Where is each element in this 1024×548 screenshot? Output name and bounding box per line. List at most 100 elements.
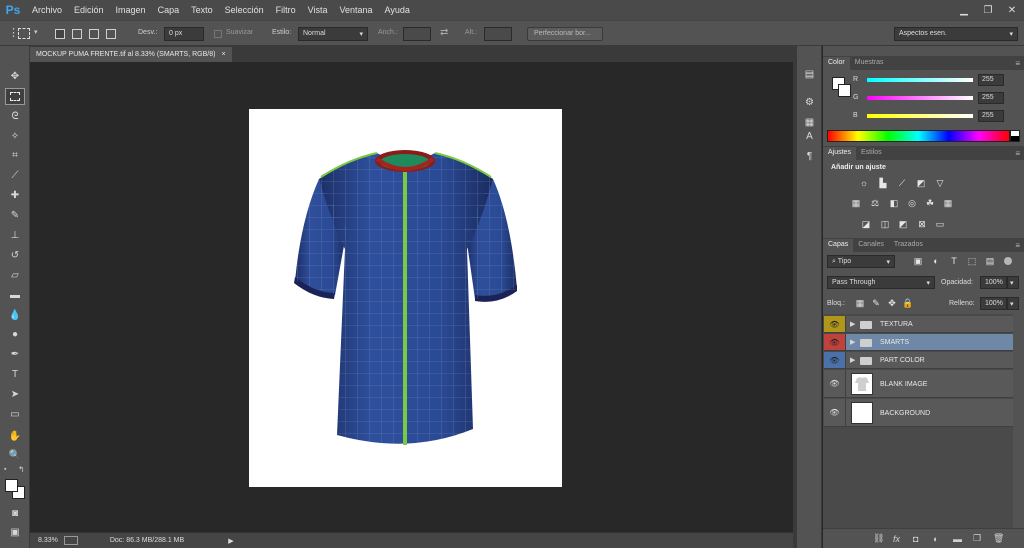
close-icon[interactable]: ✕ bbox=[1000, 0, 1024, 20]
black-white-ramp[interactable] bbox=[1010, 130, 1020, 142]
filter-adjustment-icon[interactable]: ◐ bbox=[929, 255, 943, 267]
chevron-down-icon[interactable]: ▾ bbox=[34, 28, 38, 36]
new-group-icon[interactable]: ▬ bbox=[953, 534, 962, 544]
red-value[interactable]: 255 bbox=[978, 74, 1004, 86]
tab-estilos[interactable]: Estilos bbox=[856, 147, 887, 160]
opacity-dropdown-icon[interactable]: ▾ bbox=[1007, 276, 1019, 289]
filter-pixel-icon[interactable]: ▣ bbox=[911, 255, 925, 267]
tab-canales[interactable]: Canales bbox=[853, 239, 889, 252]
brightness-contrast-icon[interactable]: ☼ bbox=[857, 177, 871, 189]
marquee-tool-icon[interactable] bbox=[5, 88, 25, 105]
menu-filtro[interactable]: Filtro bbox=[270, 5, 302, 15]
threshold-icon[interactable]: ◩ bbox=[896, 218, 910, 230]
layer-style-icon[interactable]: fx bbox=[893, 534, 900, 544]
expand-arrow-icon[interactable]: ▶ bbox=[850, 320, 855, 328]
default-colors-icon[interactable]: ▪ bbox=[4, 466, 6, 473]
new-layer-icon[interactable]: ❐ bbox=[973, 533, 981, 544]
fill-input[interactable]: 100% bbox=[980, 297, 1007, 310]
zoom-tool-icon[interactable]: 🔍 bbox=[5, 447, 25, 464]
blend-mode-select[interactable]: Pass Through ▾ bbox=[827, 276, 935, 289]
screen-mode-icon[interactable]: ▣ bbox=[5, 524, 25, 541]
delete-layer-icon[interactable]: 🗑 bbox=[993, 533, 1004, 544]
restore-icon[interactable]: ❐ bbox=[976, 0, 1000, 20]
blur-tool-icon[interactable]: 💧 bbox=[5, 307, 25, 324]
eyedropper-icon[interactable]: ⟋ bbox=[5, 167, 25, 184]
expand-arrow-icon[interactable]: ▶ bbox=[850, 338, 855, 346]
document-canvas[interactable] bbox=[249, 109, 562, 487]
layer-filter-select[interactable]: ⌕ Tipo ▾ bbox=[827, 255, 895, 268]
hue-saturation-icon[interactable]: ▦ bbox=[849, 197, 863, 209]
actions-panel-icon[interactable]: ⚙ bbox=[801, 94, 818, 110]
menu-capa[interactable]: Capa bbox=[152, 5, 186, 15]
gradient-map-icon[interactable]: ▭ bbox=[933, 218, 947, 230]
lock-all-icon[interactable]: 🔒 bbox=[901, 297, 915, 309]
selective-color-icon[interactable]: ⊠ bbox=[915, 218, 929, 230]
panel-menu-icon[interactable]: ≡ bbox=[1015, 149, 1020, 158]
swap-colors-icon[interactable]: ↰ bbox=[18, 465, 25, 474]
visibility-eye-icon[interactable]: 👁 bbox=[824, 352, 846, 368]
marquee-preset-icon[interactable] bbox=[18, 28, 30, 39]
curves-icon[interactable]: ⟋ bbox=[895, 177, 909, 189]
style-select[interactable]: Normal ▾ bbox=[298, 27, 368, 41]
new-selection-icon[interactable] bbox=[55, 29, 65, 39]
visibility-eye-icon[interactable]: 👁 bbox=[824, 316, 846, 332]
hand-tool-icon[interactable]: ✋ bbox=[5, 428, 25, 445]
fill-dropdown-icon[interactable]: ▾ bbox=[1007, 297, 1019, 310]
menu-texto[interactable]: Texto bbox=[185, 5, 219, 15]
menu-ayuda[interactable]: Ayuda bbox=[379, 5, 416, 15]
height-input[interactable] bbox=[484, 27, 512, 41]
blue-value[interactable]: 255 bbox=[978, 110, 1004, 122]
close-tab-icon[interactable]: × bbox=[221, 51, 225, 58]
vibrance-icon[interactable]: ▽ bbox=[933, 177, 947, 189]
type-tool-icon[interactable]: T bbox=[5, 366, 25, 383]
rectangle-tool-icon[interactable]: ▭ bbox=[5, 406, 25, 423]
tab-capas[interactable]: Capas bbox=[823, 239, 854, 252]
menu-seleccion[interactable]: Selección bbox=[219, 5, 270, 15]
expand-arrow-icon[interactable]: ▶ bbox=[850, 356, 855, 364]
layer-row-smarts[interactable]: 👁 ▶ SMARTS bbox=[824, 334, 1013, 351]
black-white-icon[interactable]: ◧ bbox=[887, 197, 901, 209]
layer-row-background[interactable]: 👁 BACKGROUND bbox=[824, 399, 1013, 427]
lock-pixels-icon[interactable]: ✎ bbox=[869, 297, 883, 309]
menu-archivo[interactable]: Archivo bbox=[26, 5, 68, 15]
menu-ventana[interactable]: Ventana bbox=[334, 5, 379, 15]
healing-brush-icon[interactable]: ✚ bbox=[5, 187, 25, 204]
exposure-icon[interactable]: ◩ bbox=[914, 177, 928, 189]
zoom-level[interactable]: 8.33% bbox=[38, 537, 58, 544]
filter-toggle-icon[interactable] bbox=[1004, 257, 1012, 265]
feather-input[interactable]: 0 px bbox=[164, 27, 204, 41]
canvas-area[interactable] bbox=[30, 62, 793, 532]
antialias-checkbox[interactable] bbox=[214, 30, 222, 38]
gradient-tool-icon[interactable]: ▬ bbox=[5, 287, 25, 304]
filter-shape-icon[interactable]: ⬚ bbox=[965, 255, 979, 267]
adjustment-layer-icon[interactable]: ◐ bbox=[933, 534, 938, 544]
opacity-input[interactable]: 100% bbox=[980, 276, 1007, 289]
filter-smart-object-icon[interactable]: ▤ bbox=[983, 255, 997, 267]
add-selection-icon[interactable] bbox=[72, 29, 82, 39]
lock-transparency-icon[interactable]: ▦ bbox=[853, 297, 867, 309]
move-tool-icon[interactable]: ✥ bbox=[5, 68, 25, 85]
posterize-icon[interactable]: ◫ bbox=[878, 218, 892, 230]
history-panel-icon[interactable]: ▤ bbox=[801, 66, 818, 82]
magic-wand-icon[interactable]: ✧ bbox=[5, 128, 25, 145]
dodge-tool-icon[interactable]: ● bbox=[5, 326, 25, 343]
color-lookup-icon[interactable]: ▦ bbox=[941, 197, 955, 209]
width-input[interactable] bbox=[403, 27, 431, 41]
color-panel-background-swatch[interactable] bbox=[838, 84, 851, 97]
levels-icon[interactable]: ▙ bbox=[876, 177, 890, 189]
layer-mask-icon[interactable]: ◘ bbox=[913, 534, 918, 544]
brush-tool-icon[interactable]: ✎ bbox=[5, 207, 25, 224]
visibility-eye-icon[interactable]: 👁 bbox=[824, 399, 846, 426]
tab-color[interactable]: Color bbox=[823, 57, 850, 70]
filter-type-icon[interactable]: T bbox=[947, 255, 961, 267]
history-brush-icon[interactable]: ↺ bbox=[5, 247, 25, 264]
minimize-icon[interactable]: ▁ bbox=[952, 0, 976, 20]
crop-tool-icon[interactable]: ⌗ bbox=[5, 147, 25, 164]
lock-position-icon[interactable]: ✥ bbox=[885, 297, 899, 309]
menu-edicion[interactable]: Edición bbox=[68, 5, 110, 15]
tab-swatches[interactable]: Muestras bbox=[850, 57, 889, 70]
document-tab[interactable]: MOCKUP PUMA FRENTE.tif al 8.33% (SMARTS,… bbox=[30, 47, 232, 62]
eraser-icon[interactable]: ▱ bbox=[5, 267, 25, 284]
blue-slider[interactable] bbox=[867, 114, 973, 118]
menu-vista[interactable]: Vista bbox=[302, 5, 334, 15]
